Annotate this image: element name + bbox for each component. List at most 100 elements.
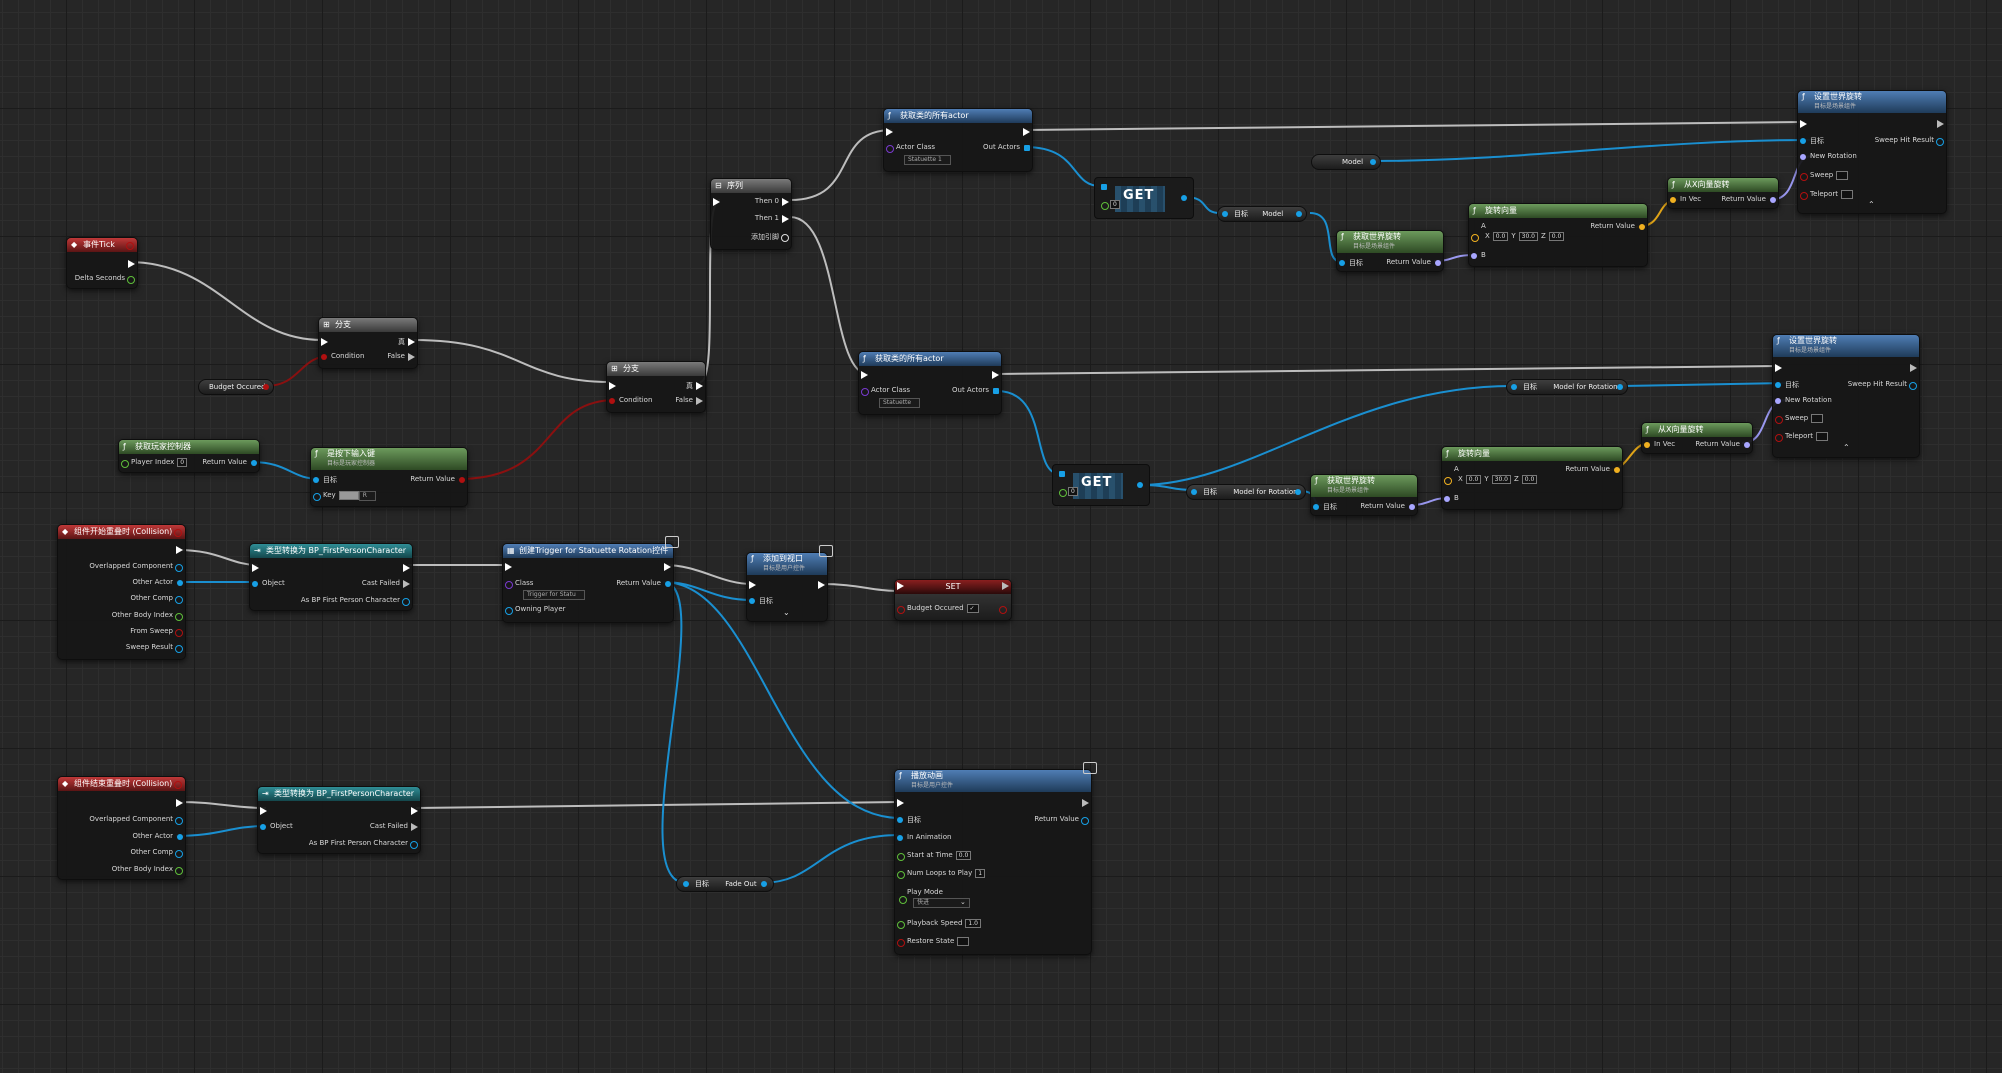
a-vector-pin[interactable]: X 0.0 Y 30.0 Z 0.0: [1442, 475, 1538, 485]
delta-seconds-pin[interactable]: Delta Seconds: [75, 274, 137, 284]
array-get-node-1[interactable]: GET 0: [1094, 177, 1194, 219]
then-1-pin[interactable]: Then 1: [755, 214, 791, 223]
in-animation-pin[interactable]: In Animation: [895, 833, 951, 841]
in-vec-pin[interactable]: In Vec: [1668, 195, 1701, 203]
actor-class-select[interactable]: Statuette: [879, 398, 921, 408]
x-input[interactable]: 0.0: [1465, 475, 1482, 484]
target-pin[interactable]: 目标: [747, 596, 773, 606]
index-input[interactable]: 0: [1110, 200, 1120, 209]
actor-class-pin[interactable]: Actor Class: [884, 143, 935, 153]
condition-pin[interactable]: Condition: [319, 352, 364, 360]
in-vec-pin[interactable]: In Vec: [1642, 440, 1675, 448]
get-model-node[interactable]: 目标 Model: [1217, 206, 1307, 222]
sweep-hit-result-pin[interactable]: Sweep Hit Result: [1875, 136, 1946, 146]
budget-occured-variable[interactable]: Budget Occured: [198, 379, 274, 395]
cast-to-character-node-1[interactable]: ⇥ 类型转换为 BP_FirstPersonCharacter Object Ca…: [249, 543, 413, 611]
start-at-time-pin[interactable]: Start at Time 0.0: [895, 851, 972, 861]
return-value-pin[interactable]: Return Value: [202, 458, 259, 466]
array-in-pin[interactable]: [1059, 471, 1065, 477]
teleport-pin[interactable]: Teleport: [1798, 190, 1853, 200]
other-actor-pin[interactable]: Other Actor: [132, 832, 185, 840]
out-actors-pin[interactable]: Out Actors: [952, 386, 1001, 394]
y-input[interactable]: 30.0: [1518, 232, 1538, 241]
class-pin[interactable]: Class: [503, 579, 533, 589]
on-component-begin-overlap-node[interactable]: ◆ 组件开始重叠时 (Collision) Overlapped Componen…: [57, 524, 186, 660]
get-player-controller-node[interactable]: ƒ 获取玩家控制器 Player Index 0 Return Value: [118, 439, 260, 473]
play-animation-node[interactable]: ƒ 播放动画 目标是用户控件 目标 Return Value In Animatio…: [894, 762, 1097, 955]
branch-node-1[interactable]: ⊞ 分支 真 Condition False: [318, 317, 418, 369]
target-pin[interactable]: 目标: [311, 475, 337, 485]
false-pin[interactable]: False: [675, 396, 705, 405]
array-get-node-2[interactable]: GET 0: [1052, 464, 1150, 506]
is-input-key-down-node[interactable]: ƒ 是按下输入键 目标是玩家控制器 目标 Return Value Key R: [310, 447, 468, 507]
return-value-pin[interactable]: Return Value: [410, 475, 467, 483]
return-value-pin[interactable]: Return Value: [616, 579, 673, 587]
true-pin[interactable]: 真: [686, 381, 705, 391]
then-0-pin[interactable]: Then 0: [755, 197, 791, 206]
expand-chevron-icon[interactable]: ⌄: [783, 608, 790, 617]
collapse-chevron-icon[interactable]: ⌃: [1843, 443, 1850, 452]
return-value-pin[interactable]: Return Value: [1034, 815, 1091, 825]
player-index-pin[interactable]: Player Index 0: [119, 458, 188, 468]
condition-pin[interactable]: Condition: [607, 396, 652, 404]
object-pin[interactable]: Object: [258, 822, 293, 830]
new-rotation-pin[interactable]: New Rotation: [1798, 152, 1857, 160]
target-pin[interactable]: 目标: [1311, 502, 1337, 512]
index-pin[interactable]: [1101, 202, 1109, 210]
get-world-rotation-node-1[interactable]: ƒ 获取世界旋转 目标是场景组件 目标 Return Value: [1336, 230, 1444, 272]
target-pin[interactable]: 目标: [895, 815, 921, 825]
sequence-node[interactable]: ⊟ 序列 Then 0 Then 1 添加引脚: [710, 178, 792, 250]
return-value-pin[interactable]: Return Value: [1590, 222, 1647, 230]
rotation-from-x-vector-node-1[interactable]: ƒ 从X向量旋转 In Vec Return Value: [1667, 177, 1779, 209]
index-input[interactable]: 0: [1068, 487, 1078, 496]
rotation-from-x-vector-node-2[interactable]: ƒ 从X向量旋转 In Vec Return Value: [1641, 422, 1753, 454]
widget-class-select[interactable]: Trigger for Statu: [523, 590, 585, 600]
sweep-pin[interactable]: Sweep: [1773, 414, 1824, 424]
num-loops-pin[interactable]: Num Loops to Play 1: [895, 869, 986, 879]
key-select[interactable]: R: [358, 491, 376, 501]
b-rotator-pin[interactable]: B: [1469, 251, 1486, 259]
restore-state-pin[interactable]: Restore State: [895, 937, 970, 947]
teleport-checkbox[interactable]: [1841, 190, 1853, 199]
true-pin[interactable]: 真: [398, 337, 417, 347]
add-to-viewport-node[interactable]: ƒ 添加到视口 目标是用户控件 目标 ⌄: [746, 545, 833, 622]
actor-class-pin[interactable]: Actor Class: [859, 386, 910, 396]
get-all-actors-node-1[interactable]: ƒ 获取类的所有actor Actor Class Out Actors Stat…: [883, 108, 1033, 172]
add-pin-button[interactable]: 添加引脚: [751, 232, 791, 242]
budget-occured-pin[interactable]: Budget Occured ✓: [895, 604, 979, 614]
cast-failed-pin[interactable]: Cast Failed: [362, 579, 412, 588]
bool-out-pin-icon[interactable]: [999, 606, 1007, 614]
as-character-pin[interactable]: As BP First Person Character: [301, 596, 412, 606]
key-pin[interactable]: Key R: [311, 491, 376, 501]
actor-class-select[interactable]: Statuette 1: [904, 155, 951, 165]
collapse-chevron-icon[interactable]: ⌃: [1868, 200, 1875, 209]
model-variable[interactable]: Model: [1311, 154, 1381, 170]
player-index-input[interactable]: 0: [177, 458, 188, 467]
teleport-checkbox[interactable]: [1816, 432, 1828, 441]
a-vector-pin[interactable]: X 0.0 Y 30.0 Z 0.0: [1469, 232, 1565, 242]
item-out-pin[interactable]: [1181, 195, 1187, 201]
on-component-end-overlap-node[interactable]: ◆ 组件结束重叠时 (Collision) Overlapped Componen…: [57, 776, 186, 880]
event-tick-node[interactable]: ◆ 事件Tick Delta Seconds: [66, 237, 138, 289]
get-fade-out-node[interactable]: 目标 Fade Out: [676, 876, 774, 892]
target-pin[interactable]: 目标: [1798, 136, 1824, 146]
rotate-vector-node-2[interactable]: ƒ 旋转向量 A X 0.0 Y 30.0 Z 0.0 Return Value B: [1441, 446, 1623, 510]
overlapped-component-pin[interactable]: Overlapped Component: [89, 815, 185, 825]
false-pin[interactable]: False: [387, 352, 417, 361]
sweep-pin[interactable]: Sweep: [1798, 171, 1849, 181]
sweep-checkbox[interactable]: [1811, 414, 1824, 423]
set-budget-occured-node[interactable]: SET Budget Occured ✓: [894, 579, 1012, 621]
b-rotator-pin[interactable]: B: [1442, 494, 1459, 502]
rotate-vector-node-1[interactable]: ƒ 旋转向量 A X 0.0 Y 30.0 Z 0.0 Return Value B: [1468, 203, 1648, 267]
item-out-pin[interactable]: [1137, 482, 1143, 488]
other-comp-pin[interactable]: Other Comp: [130, 848, 185, 858]
return-value-pin[interactable]: Return Value: [1386, 258, 1443, 266]
cast-to-character-node-2[interactable]: ⇥ 类型转换为 BP_FirstPersonCharacter Object Ca…: [257, 786, 421, 854]
x-input[interactable]: 0.0: [1492, 232, 1509, 241]
set-world-rotation-node-2[interactable]: ƒ 设置世界旋转 目标是场景组件 目标 Sweep Hit Result New R…: [1772, 334, 1920, 458]
return-value-pin[interactable]: Return Value: [1565, 465, 1622, 473]
y-input[interactable]: 30.0: [1491, 475, 1511, 484]
z-input[interactable]: 0.0: [1548, 232, 1565, 241]
blueprint-graph-canvas[interactable]: ◆ 事件Tick Delta Seconds ⊞ 分支 真 Condition Fa…: [0, 0, 2002, 1073]
owning-player-pin[interactable]: Owning Player: [503, 605, 566, 615]
